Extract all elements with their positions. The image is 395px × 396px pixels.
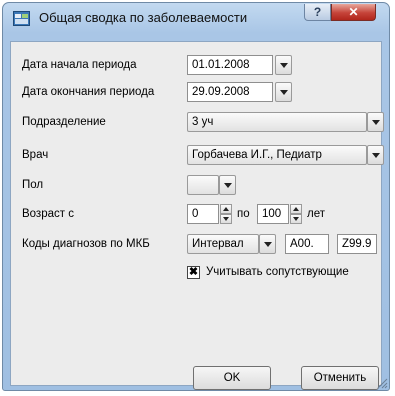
department-dropdown[interactable] [367, 112, 384, 132]
age-label: Возраст с [22, 208, 74, 220]
dialog-body: Дата начала периода 01.01.2008 Дата окон… [10, 41, 384, 390]
end-date-dropdown[interactable] [275, 82, 292, 102]
start-date-label: Дата начала периода [22, 59, 137, 71]
end-date-input[interactable]: 29.09.2008 [187, 82, 273, 102]
concomitant-label[interactable]: Учитывать сопутствующие [206, 266, 349, 278]
app-icon [13, 11, 30, 26]
icd-from-input[interactable]: A00. [285, 234, 329, 254]
cancel-button[interactable]: Отменить [301, 366, 379, 390]
sex-select[interactable] [187, 175, 219, 195]
department-select[interactable]: 3 уч [187, 112, 367, 132]
title-bar[interactable]: Общая сводка по заболеваемости ? ✕ [3, 3, 389, 33]
end-date-label: Дата окончания периода [22, 86, 155, 98]
age-from-down-icon[interactable] [220, 214, 232, 224]
resize-grip-icon[interactable] [376, 377, 388, 389]
icd-label: Коды диагнозов по МКБ [22, 238, 150, 250]
check-mark-icon: ✖ [188, 266, 199, 278]
age-to-input[interactable]: 100 [257, 204, 289, 224]
icd-mode-select[interactable]: Интервал [187, 234, 259, 254]
age-from-input[interactable]: 0 [187, 204, 219, 224]
dialog-window: Общая сводка по заболеваемости ? ✕ Дата … [2, 2, 390, 391]
age-to-down-icon[interactable] [290, 214, 302, 224]
icd-to-input[interactable]: Z99.9 [337, 234, 377, 254]
age-to-stepper[interactable] [290, 204, 302, 224]
doctor-dropdown[interactable] [367, 145, 384, 165]
doctor-label: Врач [22, 149, 49, 161]
sex-label: Пол [22, 179, 44, 191]
window-title: Общая сводка по заболеваемости [39, 10, 248, 25]
help-icon: ? [313, 5, 322, 19]
sex-dropdown[interactable] [219, 175, 236, 195]
age-to-up-icon[interactable] [290, 204, 302, 214]
close-button[interactable]: ✕ [331, 4, 376, 21]
concomitant-checkbox[interactable]: ✖ [187, 266, 200, 279]
age-to-label: по [237, 208, 250, 220]
start-date-input[interactable]: 01.01.2008 [187, 55, 273, 75]
help-button[interactable]: ? [304, 4, 331, 21]
start-date-dropdown[interactable] [275, 55, 292, 75]
age-unit-label: лет [307, 208, 325, 220]
department-label: Подразделение [22, 116, 106, 128]
ok-button[interactable]: OK [193, 366, 271, 390]
age-from-up-icon[interactable] [220, 204, 232, 214]
icd-mode-dropdown[interactable] [259, 234, 276, 254]
close-icon: ✕ [348, 5, 359, 19]
age-from-stepper[interactable] [220, 204, 232, 224]
doctor-select[interactable]: Горбачева И.Г., Педиатр [187, 145, 367, 165]
